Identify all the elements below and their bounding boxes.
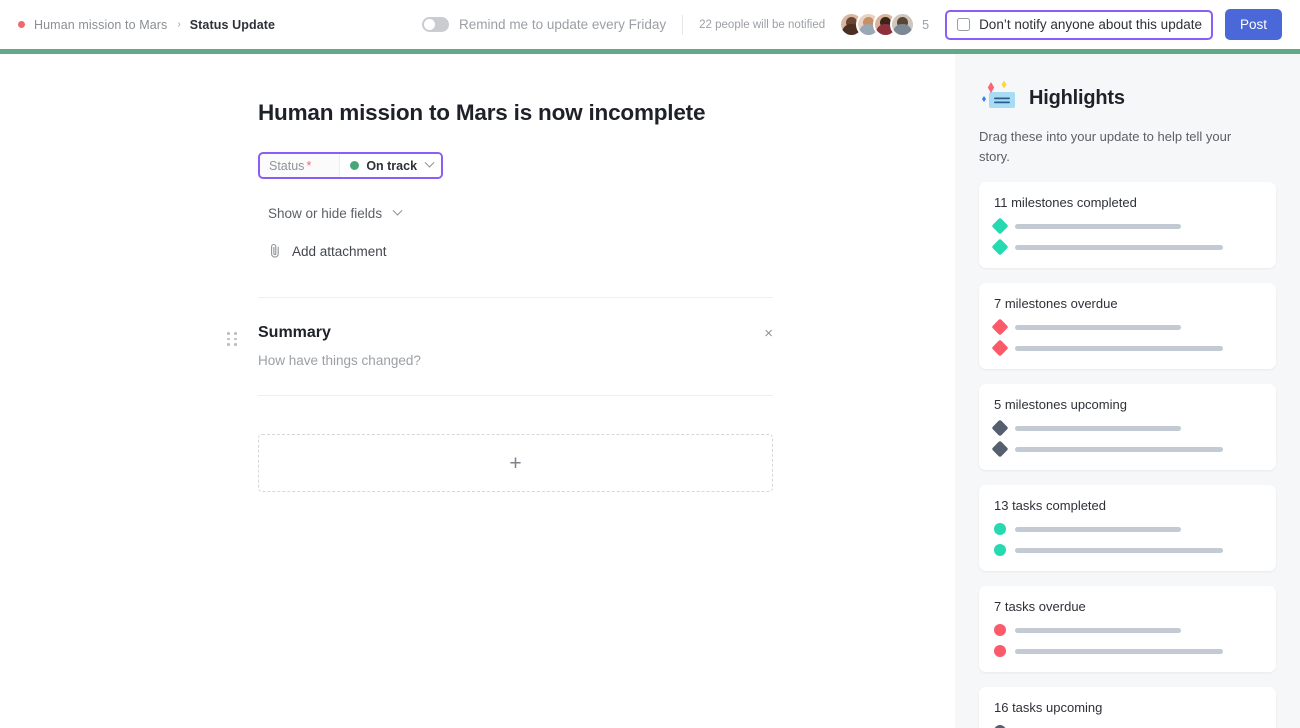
- breadcrumb: Human mission to Mars › Status Update: [18, 18, 275, 32]
- breadcrumb-project[interactable]: Human mission to Mars: [34, 18, 167, 32]
- summary-placeholder[interactable]: How have things changed?: [258, 353, 773, 368]
- toggle-knob: [424, 19, 435, 30]
- header-divider: [682, 15, 683, 35]
- chevron-down-icon: [425, 158, 435, 168]
- paperclip-icon: [268, 243, 282, 259]
- highlight-item-row: [994, 645, 1261, 657]
- milestone-marker-icon: [992, 441, 1009, 458]
- avatar-overflow-count: 5: [922, 18, 929, 32]
- chevron-down-icon: [393, 206, 403, 216]
- status-field-label: Status*: [260, 159, 339, 173]
- summary-title: Summary: [258, 324, 331, 342]
- highlight-card[interactable]: 16 tasks upcoming: [979, 687, 1276, 728]
- required-marker: *: [306, 159, 311, 173]
- reminder-toggle[interactable]: [422, 17, 449, 32]
- skeleton-bar: [1015, 628, 1181, 633]
- status-update-page: Human mission to Mars › Status Update Re…: [0, 0, 1300, 728]
- highlight-card[interactable]: 11 milestones completed: [979, 182, 1276, 268]
- highlight-item-row: [994, 443, 1261, 455]
- highlight-card-title: 13 tasks completed: [994, 498, 1261, 513]
- page-title: Human mission to Mars is now incomplete: [258, 100, 773, 126]
- highlight-item-row: [994, 321, 1261, 333]
- highlight-item-row: [994, 544, 1261, 556]
- add-attachment-label: Add attachment: [292, 244, 387, 259]
- status-color-dot: [350, 161, 359, 170]
- task-marker-icon: [994, 523, 1006, 535]
- milestone-marker-icon: [992, 420, 1009, 437]
- show-hide-fields-label: Show or hide fields: [268, 206, 382, 221]
- update-editor: Human mission to Mars is now incomplete …: [0, 54, 955, 728]
- task-marker-icon: [994, 624, 1006, 636]
- status-label-text: Status: [269, 159, 304, 173]
- dont-notify-label: Don’t notify anyone about this update: [979, 17, 1202, 32]
- highlights-subtitle: Drag these into your update to help tell…: [979, 127, 1251, 167]
- project-color-dot: [18, 21, 25, 28]
- highlight-card-title: 11 milestones completed: [994, 195, 1261, 210]
- highlight-card-title: 5 milestones upcoming: [994, 397, 1261, 412]
- highlight-item-row: [994, 523, 1261, 535]
- highlights-sparkle-icon: [979, 80, 1023, 116]
- skeleton-bar: [1015, 346, 1223, 351]
- close-icon[interactable]: ×: [764, 326, 773, 341]
- highlight-item-row: [994, 220, 1261, 232]
- post-button[interactable]: Post: [1225, 9, 1282, 40]
- summary-section-header: Summary ×: [258, 324, 773, 342]
- add-block-button[interactable]: +: [258, 434, 773, 492]
- highlight-card[interactable]: 13 tasks completed: [979, 485, 1276, 571]
- status-field[interactable]: Status* On track: [258, 152, 443, 179]
- skeleton-bar: [1015, 224, 1181, 229]
- highlights-header: Highlights: [979, 80, 1276, 116]
- header-actions: Remind me to update every Friday 22 peop…: [422, 0, 1300, 49]
- skeleton-bar: [1015, 548, 1223, 553]
- show-hide-fields-button[interactable]: Show or hide fields: [268, 206, 773, 221]
- skeleton-bar: [1015, 245, 1223, 250]
- highlight-card-title: 7 milestones overdue: [994, 296, 1261, 311]
- highlight-card[interactable]: 5 milestones upcoming: [979, 384, 1276, 470]
- dont-notify-checkbox[interactable]: [957, 18, 970, 31]
- highlights-title: Highlights: [1029, 87, 1125, 110]
- task-marker-icon: [994, 645, 1006, 657]
- dont-notify-checkbox-field[interactable]: Don’t notify anyone about this update: [945, 10, 1213, 40]
- skeleton-bar: [1015, 649, 1223, 654]
- milestone-marker-icon: [992, 340, 1009, 357]
- highlight-item-row: [994, 624, 1261, 636]
- milestone-marker-icon: [992, 239, 1009, 256]
- divider: [258, 297, 773, 298]
- highlight-card[interactable]: 7 milestones overdue: [979, 283, 1276, 369]
- skeleton-bar: [1015, 447, 1223, 452]
- skeleton-bar: [1015, 426, 1181, 431]
- update-document: Human mission to Mars is now incomplete …: [258, 54, 773, 492]
- add-attachment-button[interactable]: Add attachment: [268, 243, 773, 259]
- skeleton-bar: [1015, 325, 1181, 330]
- highlight-item-row: [994, 422, 1261, 434]
- plus-icon: +: [509, 453, 521, 474]
- highlights-sidebar: Highlights Drag these into your update t…: [955, 54, 1300, 728]
- status-value-text: On track: [366, 159, 417, 173]
- highlight-item-row: [994, 241, 1261, 253]
- highlight-item-row: [994, 342, 1261, 354]
- highlight-card-list: 11 milestones completed 7 milestones over…: [979, 182, 1276, 728]
- summary-section: Summary × How have things changed?: [258, 324, 773, 368]
- highlight-card-title: 16 tasks upcoming: [994, 700, 1261, 715]
- skeleton-bar: [1015, 527, 1181, 532]
- highlight-card-title: 7 tasks overdue: [994, 599, 1261, 614]
- notified-avatar-stack[interactable]: 5: [839, 12, 929, 37]
- notified-count-text: 22 people will be notified: [699, 19, 825, 31]
- status-value-dropdown[interactable]: On track: [339, 154, 441, 177]
- reminder-toggle-label: Remind me to update every Friday: [459, 17, 666, 32]
- milestone-marker-icon: [992, 218, 1009, 235]
- reminder-toggle-group[interactable]: Remind me to update every Friday: [422, 17, 666, 32]
- divider: [258, 395, 773, 396]
- drag-handle-icon[interactable]: [227, 332, 237, 346]
- avatar[interactable]: [890, 12, 915, 37]
- highlight-card[interactable]: 7 tasks overdue: [979, 586, 1276, 672]
- milestone-marker-icon: [992, 319, 1009, 336]
- top-header: Human mission to Mars › Status Update Re…: [0, 0, 1300, 49]
- task-marker-icon: [994, 544, 1006, 556]
- breadcrumb-current: Status Update: [190, 18, 275, 32]
- breadcrumb-separator-icon: ›: [177, 19, 180, 30]
